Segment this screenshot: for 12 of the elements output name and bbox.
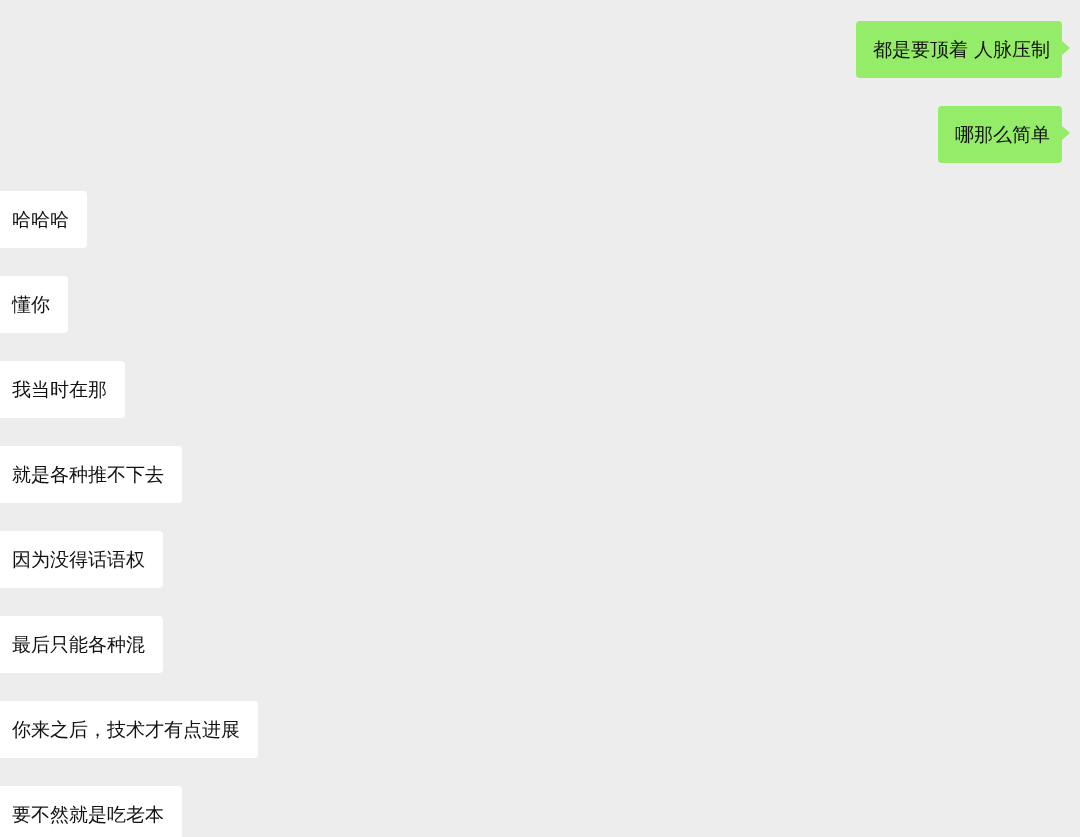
message-bubble: 我当时在那	[0, 361, 125, 418]
message-bubble: 因为没得话语权	[0, 531, 163, 588]
message-bubble: 你来之后，技术才有点进展	[0, 701, 258, 758]
message-bubble: 就是各种推不下去	[0, 446, 182, 503]
message-bubble: 最后只能各种混	[0, 616, 163, 673]
message-bubble: 哪那么简单	[938, 106, 1062, 163]
message-bubble: 哈哈哈	[0, 191, 87, 248]
bubble-tail-icon	[1062, 41, 1070, 55]
message-bubble: 懂你	[0, 276, 68, 333]
message-bubble: 都是要顶着 人脉压制	[855, 21, 1062, 78]
bubble-tail-icon	[1062, 126, 1070, 140]
message-bubble: 要不然就是吃老本	[0, 786, 182, 837]
